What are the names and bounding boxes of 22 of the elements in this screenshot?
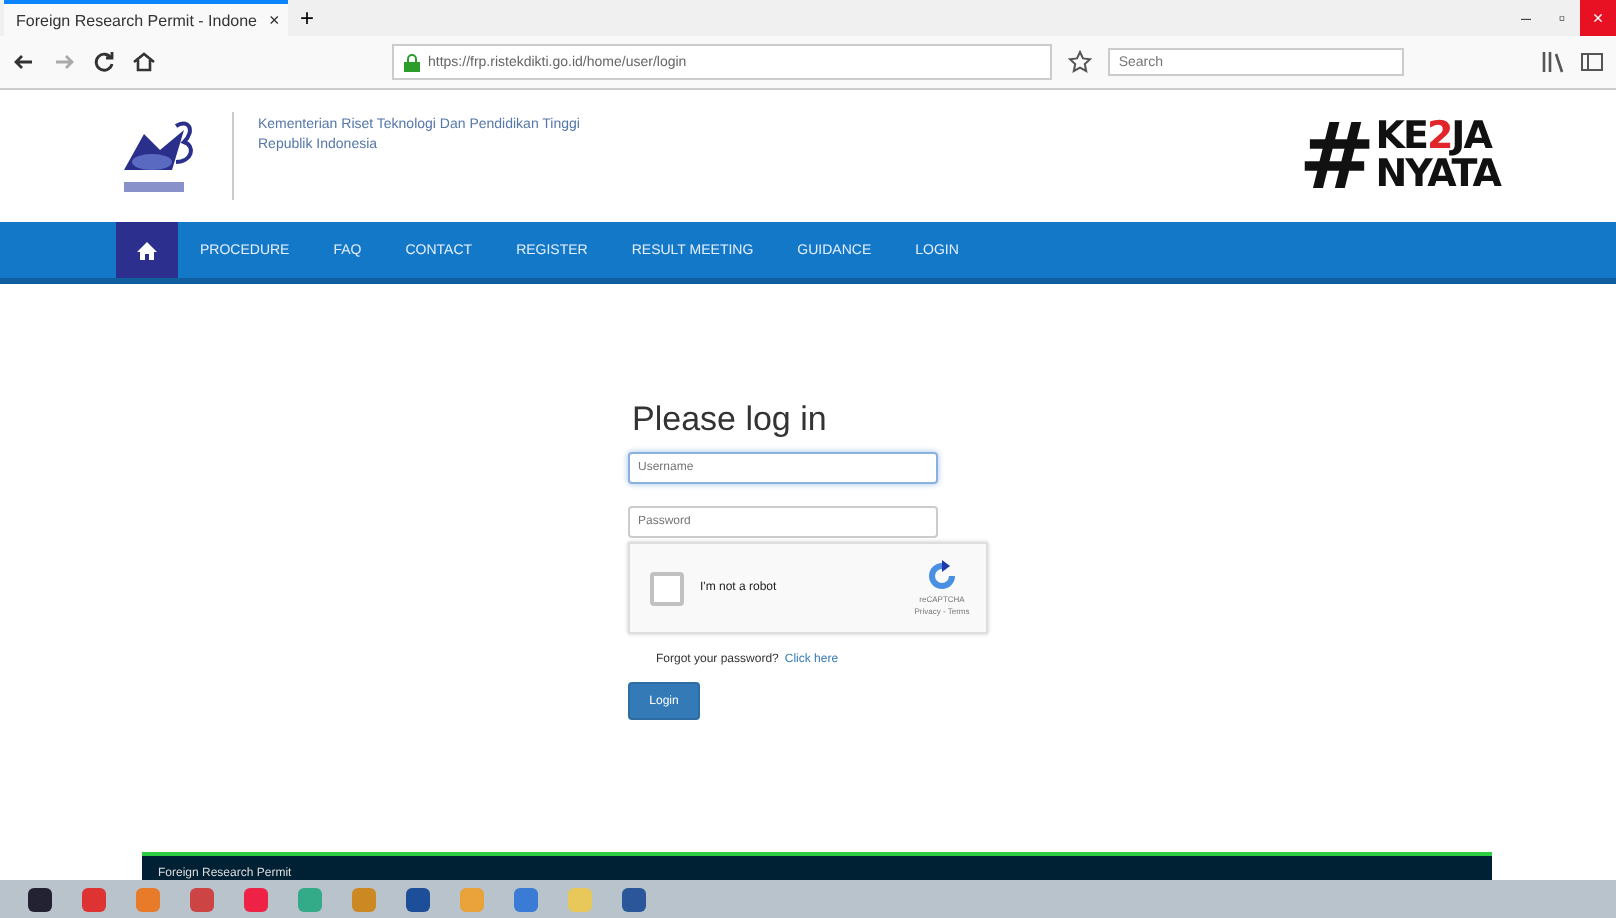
bookmark-star-icon[interactable] — [1068, 50, 1093, 74]
recaptcha-icon — [926, 560, 958, 592]
new-tab-button[interactable]: + — [288, 4, 327, 32]
captcha-checkbox[interactable] — [650, 571, 684, 605]
app-icon[interactable] — [406, 887, 430, 911]
close-icon[interactable]: × — [269, 10, 280, 30]
home-icon[interactable] — [132, 50, 156, 74]
forward-icon[interactable] — [52, 50, 76, 74]
browser-tab[interactable]: Foreign Research Permit - Indone × — [4, 0, 288, 36]
window-control[interactable]: ▫ — [1544, 0, 1580, 36]
home-tab[interactable] — [116, 222, 178, 278]
window-control[interactable]: × — [1580, 0, 1616, 36]
back-icon[interactable] — [12, 50, 36, 74]
library-icon[interactable] — [1540, 50, 1564, 74]
lock-icon — [404, 53, 420, 71]
sidebar-icon[interactable] — [1580, 50, 1604, 74]
home-icon — [136, 239, 158, 261]
window-control[interactable]: – — [1508, 0, 1544, 36]
app-icon[interactable] — [28, 887, 52, 911]
login-heading: Please log in — [632, 400, 829, 440]
reload-icon[interactable] — [92, 50, 116, 74]
app-icon[interactable] — [622, 887, 646, 911]
